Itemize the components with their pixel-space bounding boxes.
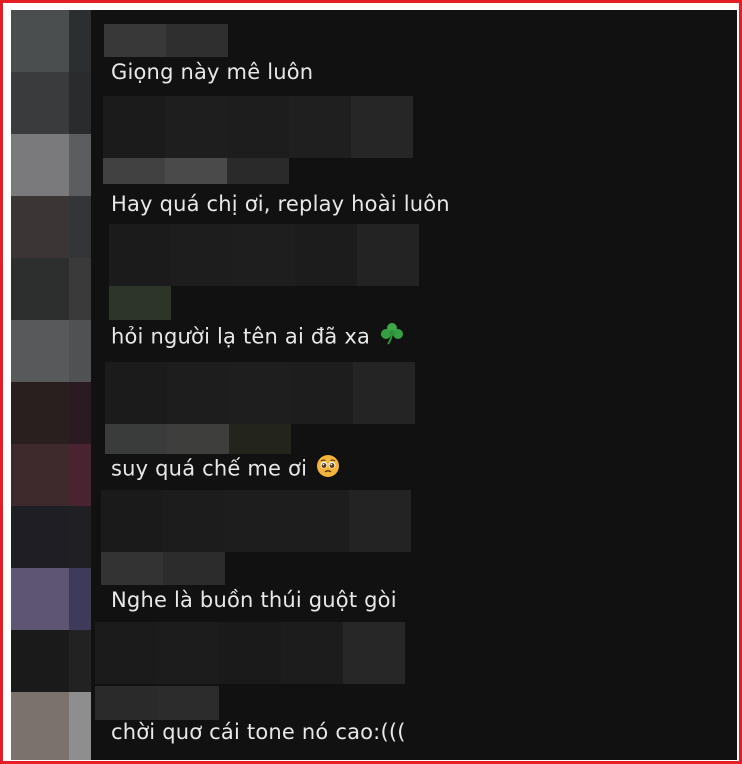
comment-text: chời quơ cái tone nó cao:((( [111,718,406,746]
comment-text: hỏi người lạ tên ai đã xa [111,322,405,353]
blurred-block [357,224,419,286]
blurred-block [171,224,233,286]
blurred-block [167,362,229,424]
avatar [11,506,91,568]
comment-text-content: hỏi người lạ tên ai đã xa [111,324,371,349]
blurred-block [163,490,225,552]
blurred-block [353,362,415,424]
blurred-block [103,96,165,158]
blurred-username [166,24,228,57]
blurred-username [105,424,167,454]
avatar [11,444,91,506]
blurred-block [225,490,287,552]
comment-text: Nghe là buồn thúi guột gòi [111,586,397,614]
blurred-block [295,224,357,286]
blurred-username [227,158,289,184]
avatar-strip [11,10,91,760]
blurred-block [105,362,167,424]
comment-text: Giọng này mê luôn [111,58,313,86]
blurred-username [95,686,157,720]
avatar [11,196,91,258]
blurred-username [157,686,219,720]
pleading-face-icon [316,454,340,485]
blurred-username [163,552,225,585]
blurred-username [229,424,291,454]
blurred-block [233,224,295,286]
blurred-block [349,490,411,552]
avatar [11,568,91,630]
blurred-block [229,362,291,424]
avatar [11,630,91,692]
blurred-block [291,362,353,424]
comment-text-content: suy quá chế me ơi [111,456,308,481]
comment-text-content: chời quơ cái tone nó cao:((( [111,720,406,744]
blurred-block [227,96,289,158]
avatar [11,10,91,72]
avatar [11,72,91,134]
blurred-block [157,622,219,684]
blurred-username [101,552,163,585]
blurred-block [343,622,405,684]
blurred-block [219,622,281,684]
blurred-username [104,24,166,57]
comment-text-content: Nghe là buồn thúi guột gòi [111,588,397,612]
blurred-block [281,622,343,684]
blurred-block [287,490,349,552]
blurred-username [109,286,171,320]
blurred-block [95,622,157,684]
comment-text: Hay quá chị ơi, replay hoài luôn [111,190,450,218]
comment-text-content: Hay quá chị ơi, replay hoài luôn [111,192,450,216]
blurred-block [351,96,413,158]
avatar [11,692,91,760]
comment-text-content: Giọng này mê luôn [111,60,314,84]
shamrock-icon [379,322,405,353]
blurred-block [289,96,351,158]
blurred-block [109,224,171,286]
avatar [11,258,91,320]
avatar [11,382,91,444]
comment-text: suy quá chế me ơi [111,454,340,485]
blurred-username [103,158,165,184]
blurred-username [165,158,227,184]
blurred-block [165,96,227,158]
blurred-block [101,490,163,552]
screenshot-frame: Giọng này mê luôn Hay quá chị ơi, replay… [0,0,742,764]
avatar [11,134,91,196]
comment-feed: Giọng này mê luôn Hay quá chị ơi, replay… [11,10,737,760]
avatar [11,320,91,382]
blurred-username [167,424,229,454]
